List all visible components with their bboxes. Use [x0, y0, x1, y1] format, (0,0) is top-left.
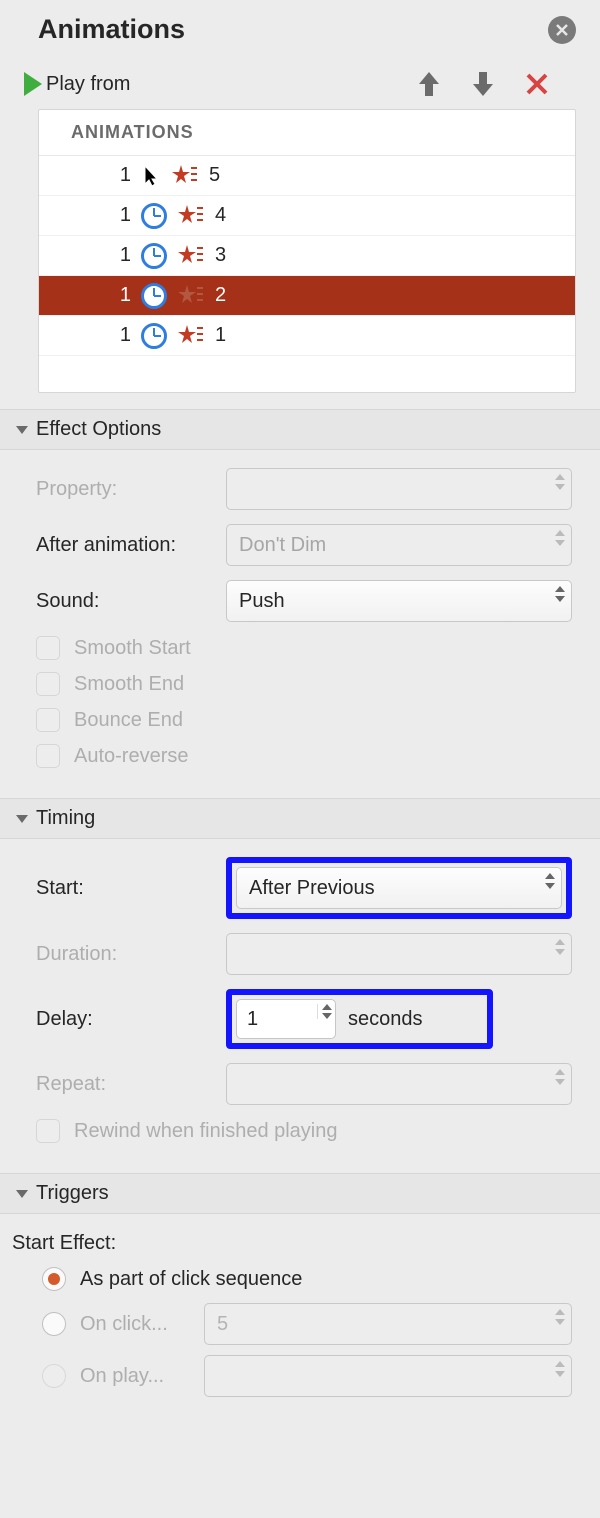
animation-list-item[interactable]: 1 3 — [39, 236, 575, 276]
sound-select[interactable]: Push — [226, 580, 572, 622]
section-label: Triggers — [36, 1182, 109, 1205]
smooth-end-checkbox — [36, 672, 60, 696]
delay-label: Delay: — [36, 1008, 226, 1031]
chevron-down-icon — [16, 1190, 28, 1198]
anim-order-num: 1 — [115, 244, 131, 267]
anim-target-label: 3 — [215, 244, 226, 267]
smooth-end-label: Smooth End — [74, 673, 184, 696]
property-select — [226, 468, 572, 510]
delay-unit-label: seconds — [348, 1008, 423, 1031]
duration-label: Duration: — [36, 943, 226, 966]
sound-label: Sound: — [36, 590, 226, 613]
anim-order-num: 1 — [115, 324, 131, 347]
repeat-select — [226, 1063, 572, 1105]
clock-icon — [141, 283, 167, 309]
animation-list-item[interactable]: 1 5 — [39, 156, 575, 196]
chevron-down-icon — [16, 426, 28, 434]
animation-list-header: ANIMATIONS — [39, 110, 575, 156]
on-click-value: 5 — [217, 1313, 228, 1336]
emphasis-icon — [177, 205, 203, 227]
bounce-end-checkbox — [36, 708, 60, 732]
emphasis-icon — [171, 165, 197, 187]
delete-button[interactable] — [522, 69, 552, 99]
effect-options-header[interactable]: Effect Options — [0, 409, 600, 450]
close-panel-button[interactable] — [548, 16, 576, 44]
section-label: Effect Options — [36, 418, 161, 441]
radio-click-sequence-label: As part of click sequence — [80, 1268, 302, 1291]
delay-input[interactable]: 1 — [236, 999, 336, 1039]
timing-header[interactable]: Timing — [0, 798, 600, 839]
radio-on-play-label: On play... — [80, 1365, 190, 1388]
anim-target-label: 5 — [209, 164, 220, 187]
after-animation-select[interactable]: Don't Dim — [226, 524, 572, 566]
after-animation-label: After animation: — [36, 534, 226, 557]
clock-icon — [141, 243, 167, 269]
panel-title: Animations — [38, 14, 185, 45]
cursor-icon — [141, 164, 161, 188]
radio-click-sequence[interactable] — [42, 1267, 66, 1291]
emphasis-icon — [177, 285, 203, 307]
play-from-label[interactable]: Play from — [46, 73, 130, 96]
play-icon[interactable] — [24, 72, 42, 96]
move-down-button[interactable] — [468, 69, 498, 99]
rewind-checkbox — [36, 1119, 60, 1143]
repeat-label: Repeat: — [36, 1073, 226, 1096]
chevron-down-icon — [16, 815, 28, 823]
radio-on-click[interactable] — [42, 1312, 66, 1336]
bounce-end-label: Bounce End — [74, 709, 183, 732]
emphasis-icon — [177, 325, 203, 347]
emphasis-icon — [177, 245, 203, 267]
start-select[interactable]: After Previous — [236, 867, 562, 909]
anim-target-label: 4 — [215, 204, 226, 227]
anim-target-label: 1 — [215, 324, 226, 347]
triggers-header[interactable]: Triggers — [0, 1173, 600, 1214]
anim-order-num: 1 — [115, 284, 131, 307]
start-highlight: After Previous — [226, 857, 572, 919]
duration-select — [226, 933, 572, 975]
clock-icon — [141, 323, 167, 349]
after-animation-value: Don't Dim — [239, 534, 326, 557]
start-value: After Previous — [249, 877, 375, 900]
property-label: Property: — [36, 478, 226, 501]
start-label: Start: — [36, 877, 226, 900]
clock-icon — [141, 203, 167, 229]
auto-reverse-checkbox — [36, 744, 60, 768]
delay-value: 1 — [247, 1008, 258, 1031]
start-effect-label: Start Effect: — [12, 1232, 572, 1255]
auto-reverse-label: Auto-reverse — [74, 745, 189, 768]
anim-target-label: 2 — [215, 284, 226, 307]
radio-on-play — [42, 1364, 66, 1388]
anim-order-num: 1 — [115, 164, 131, 187]
anim-order-num: 1 — [115, 204, 131, 227]
animation-list-item[interactable]: 1 1 — [39, 316, 575, 356]
delay-highlight: 1 seconds — [226, 989, 493, 1049]
on-click-select: 5 — [204, 1303, 572, 1345]
smooth-start-label: Smooth Start — [74, 637, 191, 660]
move-up-button[interactable] — [414, 69, 444, 99]
section-label: Timing — [36, 807, 95, 830]
radio-on-click-label: On click... — [80, 1313, 190, 1336]
on-play-select — [204, 1355, 572, 1397]
animation-list: ANIMATIONS 1 5 1 4 1 3 1 2 1 1 — [38, 109, 576, 393]
animation-list-item-selected[interactable]: 1 2 — [39, 276, 575, 316]
sound-value: Push — [239, 590, 285, 613]
rewind-label: Rewind when finished playing — [74, 1120, 338, 1143]
animation-list-item[interactable]: 1 4 — [39, 196, 575, 236]
smooth-start-checkbox — [36, 636, 60, 660]
